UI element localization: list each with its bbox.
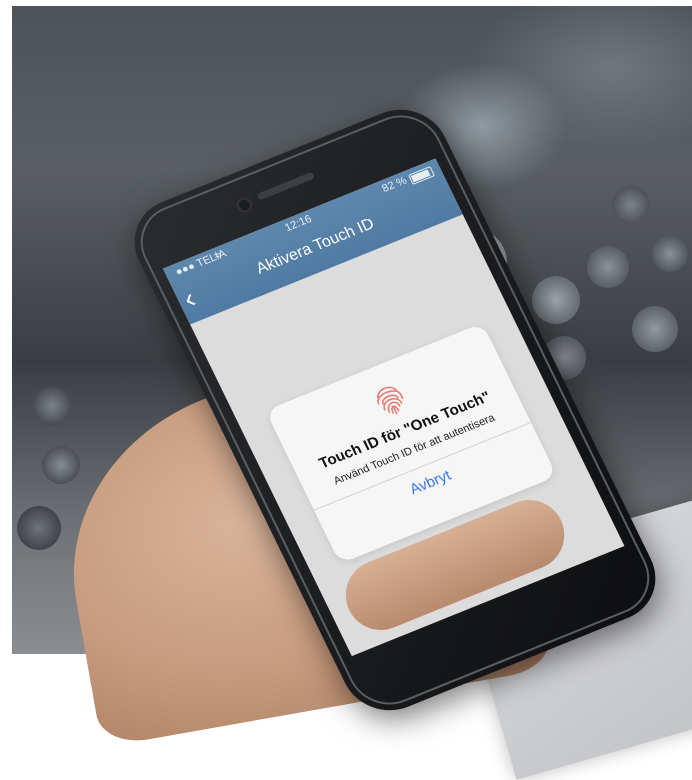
bokeh-light	[32, 386, 72, 426]
bokeh-light	[532, 276, 580, 324]
bokeh-light	[632, 306, 678, 352]
bokeh-light	[42, 446, 80, 484]
battery-icon	[408, 166, 436, 185]
bokeh-light	[612, 186, 650, 224]
bokeh-light	[652, 236, 688, 272]
signal-icon: ●●●	[173, 260, 198, 279]
bokeh-light	[587, 246, 629, 288]
dialog-divider	[313, 422, 532, 511]
bokeh-light	[17, 506, 61, 550]
fingerprint-icon	[376, 386, 404, 415]
